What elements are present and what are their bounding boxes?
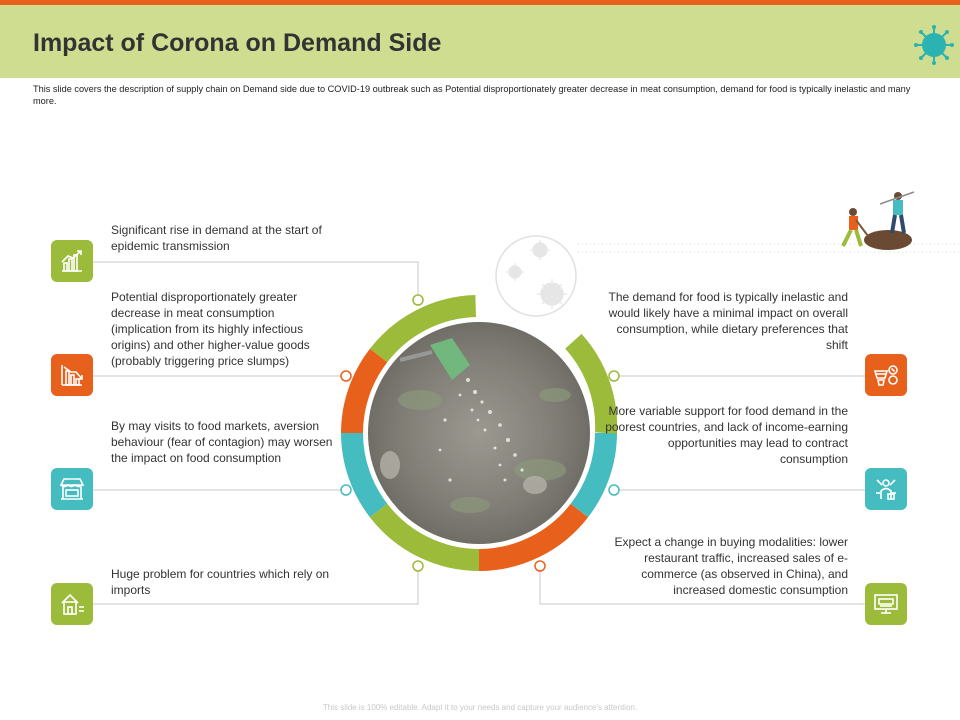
- growth-chart-icon: [61, 250, 82, 272]
- left-item-text-3: By may visits to food markets, aversion …: [111, 419, 333, 465]
- faint-virus-decoration: [495, 235, 577, 317]
- left-icon-box-4: [51, 583, 93, 625]
- connector-dot: [412, 294, 424, 306]
- connector-dot: [340, 484, 352, 496]
- right-item-text-1: The demand for food is typically inelast…: [608, 290, 848, 352]
- left-item-text-2: Potential disproportionately greater dec…: [111, 290, 310, 368]
- connector-dot: [608, 370, 620, 382]
- footer-note: This slide is 100% editable. Adapt it to…: [322, 703, 638, 712]
- right-item-text-3: Expect a change in buying modalities: lo…: [614, 535, 848, 597]
- center-photo: [368, 322, 590, 544]
- market-stall-icon: [59, 478, 85, 500]
- house-import-icon: [61, 593, 84, 615]
- left-item-text-4: Huge problem for countries which rely on…: [111, 567, 330, 597]
- connector-dot: [534, 560, 546, 572]
- food-demand-icon: [873, 365, 898, 386]
- left-icon-box-2: [51, 354, 93, 396]
- ecommerce-monitor-icon: [874, 594, 898, 614]
- farmers-illustration: [841, 191, 915, 250]
- right-icon-box-1: [865, 354, 907, 396]
- connector-dot: [340, 370, 352, 382]
- right-icon-box-2: [865, 468, 907, 510]
- declining-chart-icon: [61, 365, 83, 386]
- left-icon-box-3: [51, 468, 93, 510]
- left-icon-box-1: [51, 240, 93, 282]
- connector-dot: [412, 560, 424, 572]
- network-person-icon: [876, 479, 896, 500]
- right-item-text-2: More variable support for food demand in…: [605, 404, 848, 466]
- connector-dot: [608, 484, 620, 496]
- left-item-text-1: Significant rise in demand at the start …: [111, 223, 322, 253]
- right-icon-box-3: [865, 583, 907, 625]
